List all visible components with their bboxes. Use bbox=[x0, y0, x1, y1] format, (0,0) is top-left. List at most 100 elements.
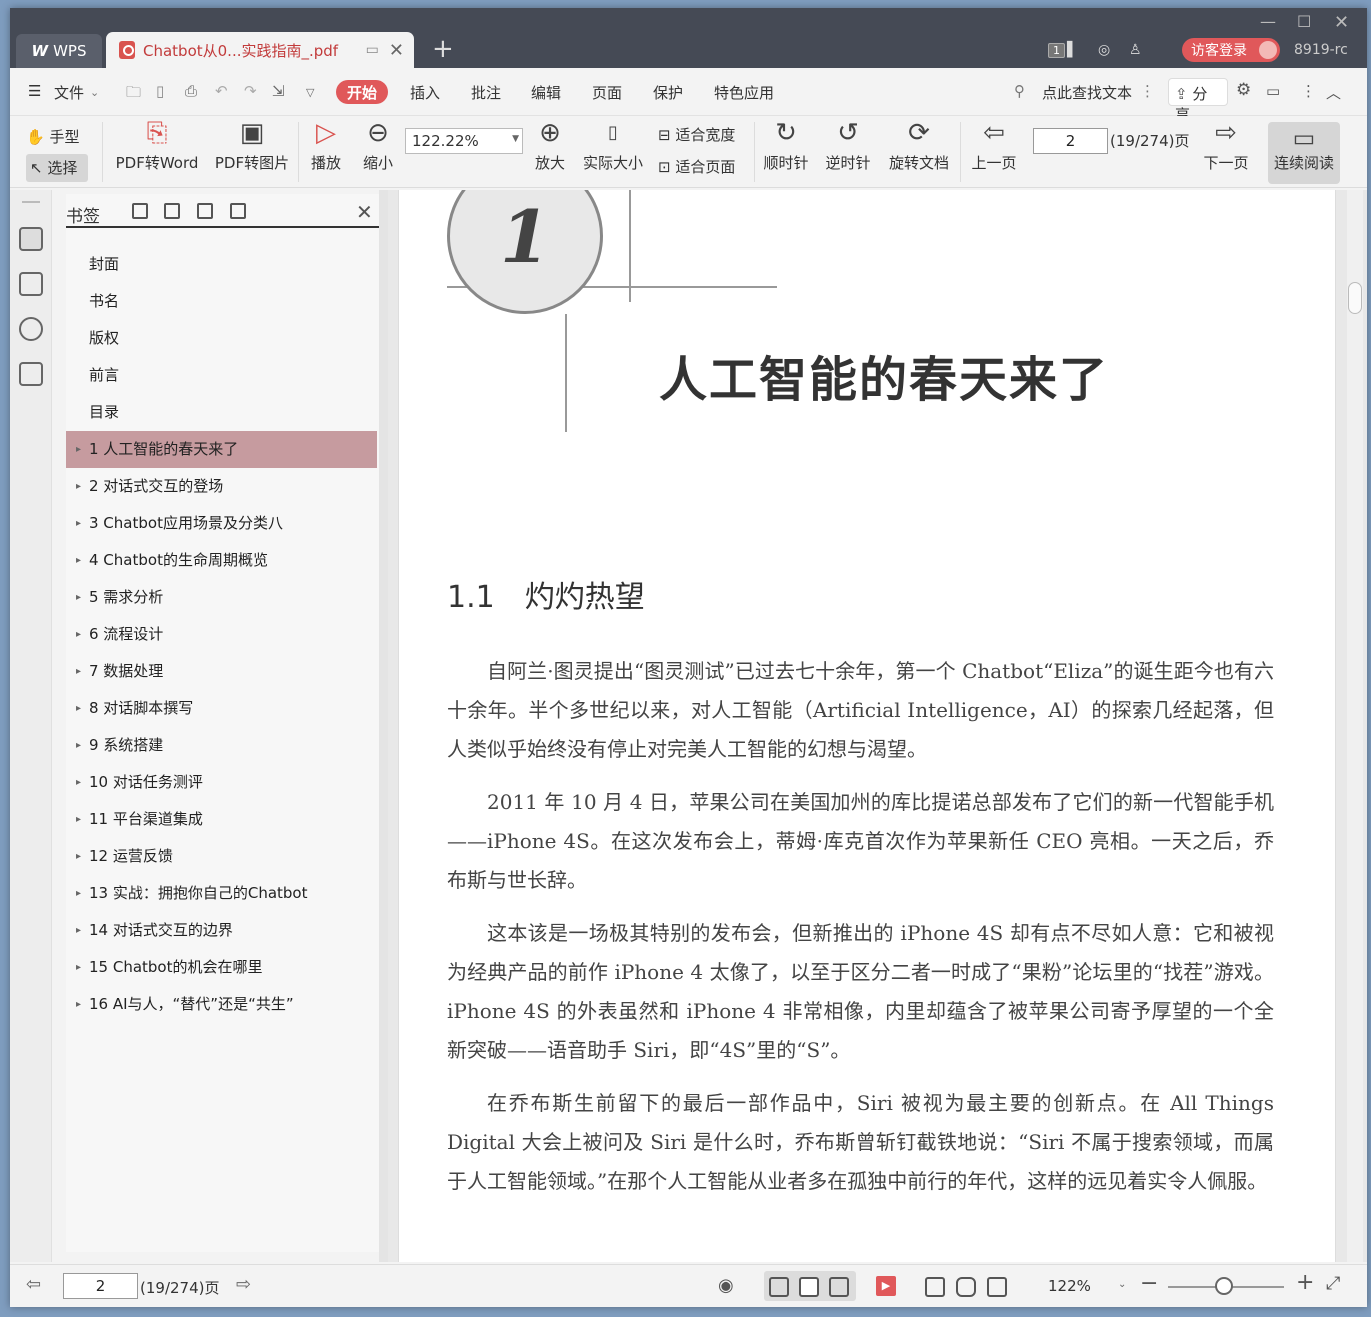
bookmark-item[interactable]: 前言 bbox=[66, 357, 379, 394]
menu-annotate[interactable]: 批注 bbox=[471, 82, 501, 103]
bookmark-panel-icon[interactable] bbox=[19, 227, 43, 251]
minimize-icon[interactable]: — bbox=[1260, 12, 1276, 31]
two-page-icon[interactable] bbox=[829, 1277, 849, 1297]
print-icon[interactable]: ⎙ bbox=[185, 82, 197, 100]
zoom-in-button[interactable]: ⊕ 放大 bbox=[530, 118, 570, 173]
scroll-thumb[interactable] bbox=[1348, 282, 1362, 314]
play-status-icon[interactable]: ▶ bbox=[876, 1276, 896, 1296]
bookmark-item[interactable]: 6 流程设计 bbox=[66, 616, 379, 653]
more-quick-icon[interactable]: ▽ bbox=[306, 86, 314, 99]
bookmark-item[interactable]: 13 实战：拥抱你自己的Chatbot bbox=[66, 875, 379, 912]
login-button[interactable]: 访客登录 bbox=[1182, 38, 1280, 62]
fullscreen-icon[interactable]: ⤢ bbox=[1326, 1273, 1340, 1294]
bookmark-item[interactable]: 11 平台渠道集成 bbox=[66, 801, 379, 838]
search-text-button[interactable]: 点此查找文本 bbox=[1042, 82, 1132, 103]
chat-icon[interactable]: ▭ bbox=[1266, 82, 1280, 100]
bookmark-item[interactable]: 15 Chatbot的机会在哪里 bbox=[66, 949, 379, 986]
single-page-icon[interactable] bbox=[799, 1277, 819, 1297]
bookmark-item[interactable]: 2 对话式交互的登场 bbox=[66, 468, 379, 505]
search-icon[interactable]: ⚲ bbox=[1014, 82, 1025, 100]
hand-tool-button[interactable]: ✋ 手型 bbox=[26, 126, 96, 147]
add-bookmark-icon[interactable] bbox=[197, 203, 213, 219]
actual-size-status-icon[interactable] bbox=[925, 1277, 945, 1297]
expand-all-icon[interactable] bbox=[132, 203, 148, 219]
zoom-dropdown-icon[interactable]: ⌄ bbox=[1118, 1279, 1126, 1290]
menu-page[interactable]: 页面 bbox=[592, 82, 622, 103]
skin-icon[interactable]: ◎ bbox=[1098, 38, 1110, 62]
share-button[interactable]: ⇪ 分享 bbox=[1168, 78, 1228, 124]
select-tool-button[interactable]: ↖ 选择 bbox=[26, 154, 88, 182]
wps-home-tab[interactable]: W WPS bbox=[16, 34, 102, 68]
maximize-icon[interactable]: ☐ bbox=[1297, 12, 1311, 31]
bookmark-item[interactable]: 版权 bbox=[66, 320, 379, 357]
bookmark-item[interactable]: 3 Chatbot应用场景及分类八 bbox=[66, 505, 379, 542]
panel-splitter[interactable] bbox=[379, 190, 388, 1262]
zoom-select[interactable]: 122.22% ▼ bbox=[405, 128, 523, 154]
page-number-input[interactable]: 2 bbox=[1033, 128, 1108, 154]
more-vert-icon[interactable]: ⋮ bbox=[1140, 82, 1155, 100]
bookmark-item-selected[interactable]: 1 人工智能的春天来了 bbox=[66, 431, 377, 468]
save-icon[interactable]: ▯ bbox=[156, 82, 164, 100]
export-icon[interactable]: ⇲ bbox=[272, 82, 285, 100]
bookmark-item[interactable]: 书名 bbox=[66, 283, 379, 320]
bookmark-item[interactable]: 16 AI与人，“替代”还是“共生” bbox=[66, 986, 379, 1023]
redo-icon[interactable]: ↷ bbox=[244, 82, 257, 100]
actual-size-button[interactable]: ▯ 实际大小 bbox=[580, 118, 646, 173]
bookmark-item[interactable]: 7 数据处理 bbox=[66, 653, 379, 690]
continuous-read-button[interactable]: ▭ 连续阅读 bbox=[1268, 122, 1340, 184]
more-icon[interactable]: ⋮ bbox=[1301, 82, 1316, 100]
vertical-scrollbar[interactable] bbox=[1347, 190, 1363, 1262]
next-page-button[interactable]: ⇨ 下一页 bbox=[1200, 118, 1252, 173]
bookmark-item[interactable]: 目录 bbox=[66, 394, 379, 431]
annotation-icon[interactable] bbox=[19, 317, 43, 341]
rotate-document-button[interactable]: ⟳ 旋转文档 bbox=[886, 118, 952, 173]
zoom-minus-icon[interactable]: − bbox=[1140, 1271, 1158, 1296]
rotate-clockwise-button[interactable]: ↻ 顺时针 bbox=[762, 118, 810, 173]
document-tab[interactable]: Chatbot从0...实践指南_.pdf ▭ ✕ bbox=[106, 32, 414, 68]
eye-icon[interactable]: ◉ bbox=[718, 1275, 734, 1296]
hamburger-icon[interactable]: ☰ bbox=[28, 82, 41, 100]
status-zoom-value[interactable]: 122% bbox=[1048, 1277, 1091, 1295]
menu-start[interactable]: 开始 bbox=[336, 80, 388, 104]
fit-width-status-icon[interactable] bbox=[987, 1277, 1007, 1297]
close-window-icon[interactable]: ✕ bbox=[1334, 12, 1349, 33]
chevron-down-icon[interactable]: ⌄ bbox=[90, 86, 99, 99]
pdf-to-image-button[interactable]: ▣ PDF转图片 bbox=[212, 118, 292, 173]
shirt-icon[interactable]: ♙ bbox=[1129, 38, 1142, 62]
bookmark-item[interactable]: 12 运营反馈 bbox=[66, 838, 379, 875]
drag-handle[interactable] bbox=[22, 201, 40, 203]
bookmark-item[interactable]: 4 Chatbot的生命周期概览 bbox=[66, 542, 379, 579]
menu-protect[interactable]: 保护 bbox=[653, 82, 683, 103]
close-panel-icon[interactable]: ✕ bbox=[356, 200, 373, 224]
bookmark-item[interactable]: 5 需求分析 bbox=[66, 579, 379, 616]
close-tab-icon[interactable]: ✕ bbox=[389, 40, 404, 61]
fit-width-button[interactable]: ⊟ 适合宽度 bbox=[658, 124, 748, 145]
collapse-all-icon[interactable] bbox=[164, 203, 180, 219]
pin-icon[interactable]: ▭ bbox=[366, 42, 379, 58]
zoom-out-button[interactable]: ⊖ 缩小 bbox=[358, 118, 398, 173]
collapse-ribbon-icon[interactable]: ︿ bbox=[1326, 82, 1341, 103]
rotate-counter-button[interactable]: ↺ 逆时针 bbox=[824, 118, 872, 173]
undo-icon[interactable]: ↶ bbox=[215, 82, 228, 100]
window-count[interactable]: 1 ▌ bbox=[1048, 38, 1078, 62]
pdf-to-word-button[interactable]: ⎘ PDF转Word bbox=[112, 118, 202, 173]
bookmark-item[interactable]: 封面 bbox=[66, 246, 379, 283]
fit-page-button[interactable]: ⊡ 适合页面 bbox=[658, 156, 748, 177]
prev-page-button[interactable]: ⇦ 上一页 bbox=[968, 118, 1020, 173]
bookmark-item[interactable]: 9 系统搭建 bbox=[66, 727, 379, 764]
new-tab-icon[interactable]: + bbox=[432, 36, 454, 62]
play-button[interactable]: ▷ 播放 bbox=[306, 118, 346, 173]
menu-insert[interactable]: 插入 bbox=[410, 82, 440, 103]
edit-bookmark-icon[interactable] bbox=[230, 203, 246, 219]
bookmark-item[interactable]: 14 对话式交互的边界 bbox=[66, 912, 379, 949]
zoom-slider-knob[interactable] bbox=[1215, 1277, 1233, 1295]
next-page-icon[interactable]: ⇨ bbox=[236, 1274, 251, 1295]
thumbnail-icon[interactable] bbox=[19, 272, 43, 296]
continuous-view-icon[interactable] bbox=[769, 1277, 789, 1297]
zoom-plus-icon[interactable]: + bbox=[1296, 1270, 1314, 1295]
menu-special[interactable]: 特色应用 bbox=[714, 82, 774, 103]
prev-page-icon[interactable]: ⇦ bbox=[26, 1274, 41, 1295]
open-folder-icon[interactable]: 🗀 bbox=[126, 82, 141, 107]
menu-edit[interactable]: 编辑 bbox=[531, 82, 561, 103]
bookmark-item[interactable]: 10 对话任务测评 bbox=[66, 764, 379, 801]
